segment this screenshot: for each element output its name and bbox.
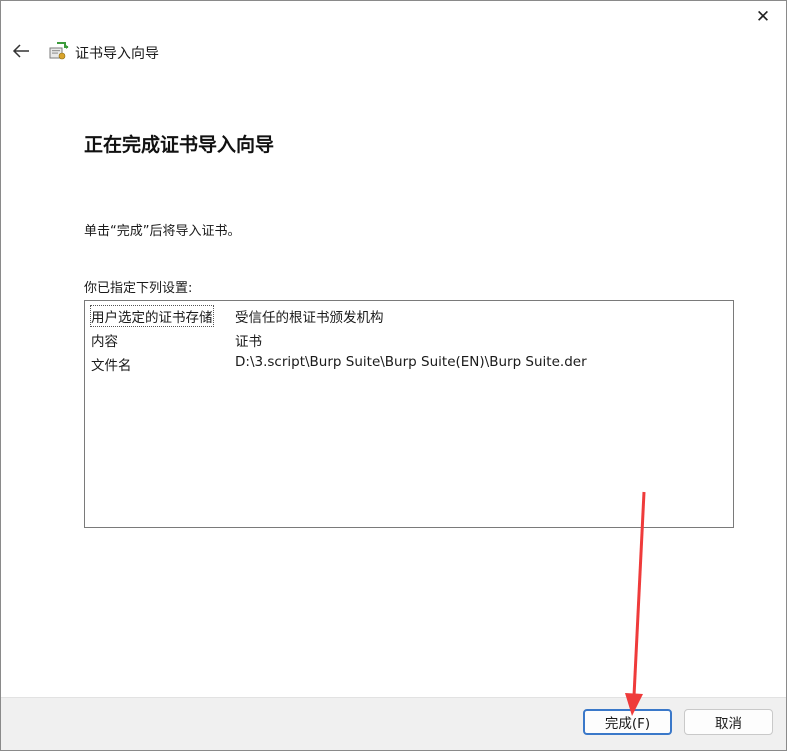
settings-key: 内容 [91, 334, 118, 350]
back-arrow-icon [12, 44, 29, 58]
settings-key: 用户选定的证书存储 [90, 305, 214, 327]
page-heading: 正在完成证书导入向导 [84, 134, 275, 156]
settings-value: 受信任的根证书颁发机构 [235, 310, 384, 326]
settings-label: 你已指定下列设置: [84, 281, 193, 296]
finish-button[interactable]: 完成(F) [583, 709, 672, 735]
back-button[interactable] [9, 39, 33, 63]
settings-summary-list[interactable]: 用户选定的证书存储 受信任的根证书颁发机构 内容 证书 文件名 D:\3.scr… [84, 300, 734, 528]
settings-value: D:\3.script\Burp Suite\Burp Suite(EN)\Bu… [235, 354, 587, 370]
instruction-text: 单击“完成”后将导入证书。 [84, 224, 241, 239]
close-icon: ✕ [755, 7, 771, 27]
settings-key: 文件名 [91, 358, 132, 374]
certificate-wizard-icon [49, 42, 69, 60]
certificate-import-wizard-window: ✕ 证书导入向导 正在完成证书导入向导 单击“完成”后将导入证书。 你已指定下列… [0, 0, 787, 751]
settings-value: 证书 [235, 334, 262, 350]
button-bar: 完成(F) 取消 [1, 697, 786, 750]
cancel-button[interactable]: 取消 [684, 709, 773, 735]
close-button[interactable]: ✕ [748, 3, 778, 31]
wizard-title: 证书导入向导 [75, 46, 159, 62]
